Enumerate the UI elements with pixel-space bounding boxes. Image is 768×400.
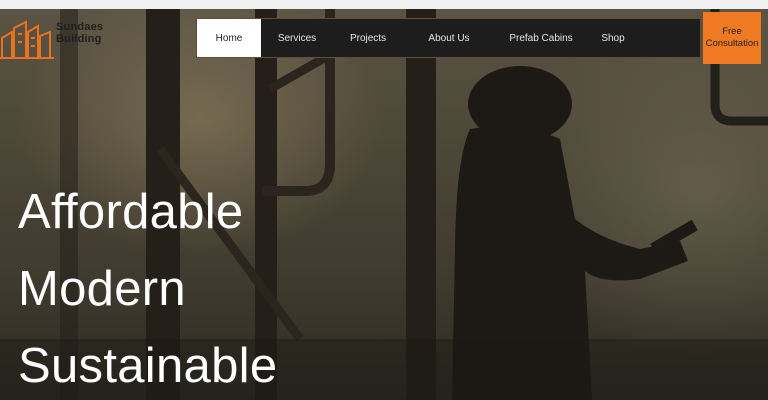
headline-line-sustainable: Sustainable <box>18 339 278 393</box>
building-logo-icon <box>0 20 54 59</box>
browser-top-strip <box>0 0 768 9</box>
main-navigation: Home Services Projects About Us Prefab C… <box>196 18 701 58</box>
logo-text[interactable]: Sundaes Building <box>56 21 126 45</box>
hero-headline: Affordable Modern Sustainable <box>18 174 277 400</box>
cta-label-line2: Consultation <box>705 38 759 49</box>
nav-item-projects[interactable]: Projects <box>333 19 403 57</box>
nav-item-services[interactable]: Services <box>261 19 333 57</box>
page: Sundaes Building Home Services Projects … <box>0 0 768 400</box>
headline-line-affordable: Affordable <box>18 185 244 239</box>
cta-label-line1: Free <box>722 26 742 37</box>
nav-item-about-us[interactable]: About Us <box>403 19 495 57</box>
nav-item-home[interactable]: Home <box>197 19 261 57</box>
nav-item-shop[interactable]: Shop <box>587 19 639 57</box>
nav-item-prefab-cabins[interactable]: Prefab Cabins <box>495 19 587 57</box>
headline-line-modern: Modern <box>18 262 186 316</box>
free-consultation-button[interactable]: Free Consultation <box>703 12 761 64</box>
